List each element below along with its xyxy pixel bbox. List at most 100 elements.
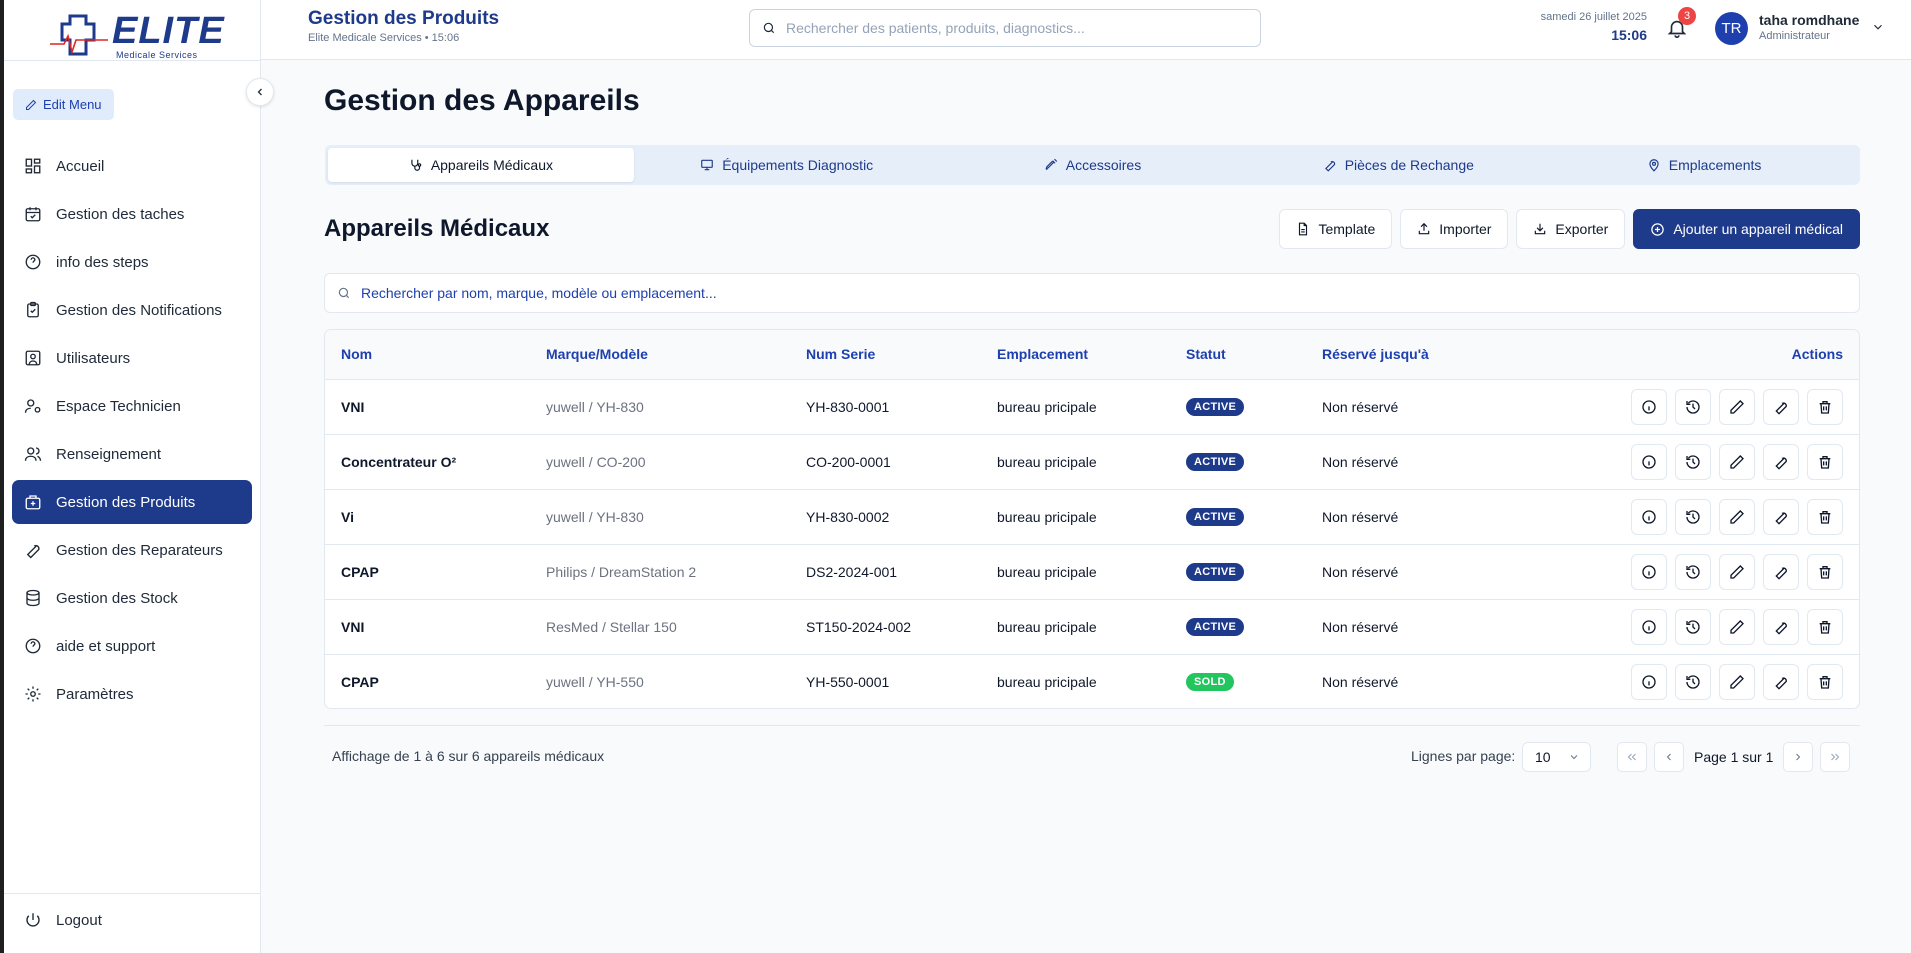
- table-row[interactable]: Concentrateur O² yuwell / CO-200 CO-200-00…: [325, 434, 1859, 489]
- device-brand-model: yuwell / YH-830: [546, 508, 644, 525]
- history-button[interactable]: [1675, 553, 1711, 590]
- prev-page-button[interactable]: [1654, 742, 1684, 772]
- edit-button[interactable]: [1719, 388, 1755, 425]
- avatar[interactable]: TR: [1715, 12, 1748, 45]
- repair-button[interactable]: [1763, 388, 1799, 425]
- history-button[interactable]: [1675, 608, 1711, 645]
- column-header[interactable]: Emplacement: [981, 330, 1170, 379]
- sidebar-item-notifications[interactable]: Gestion des Notifications: [12, 288, 252, 332]
- info-icon: [1642, 619, 1656, 634]
- column-header[interactable]: Nom: [325, 330, 530, 379]
- edit-button[interactable]: [1719, 608, 1755, 645]
- status-badge: ACTIVE: [1186, 618, 1245, 636]
- device-location: bureau pricipale: [997, 618, 1097, 635]
- table-row[interactable]: Vi yuwell / YH-830 YH-830-0002 bureau prici…: [325, 489, 1859, 544]
- chevron-down-icon[interactable]: [1871, 20, 1885, 34]
- repair-button[interactable]: [1763, 498, 1799, 535]
- column-header[interactable]: Marque/Modèle: [530, 330, 790, 379]
- global-search[interactable]: [749, 9, 1261, 47]
- info-button[interactable]: [1631, 388, 1667, 425]
- table-row[interactable]: VNI ResMed / Stellar 150 ST150-2024-002 bur…: [325, 599, 1859, 654]
- sidebar-item-label: Gestion des Stock: [56, 589, 178, 607]
- delete-button[interactable]: [1807, 553, 1843, 590]
- history-button[interactable]: [1675, 443, 1711, 480]
- syringe-icon: [1045, 158, 1057, 171]
- delete-button[interactable]: [1807, 443, 1843, 480]
- sidebar-item-technicien[interactable]: Espace Technicien: [12, 384, 252, 428]
- column-header[interactable]: Réservé jusqu'à: [1306, 330, 1506, 379]
- table-search[interactable]: [324, 273, 1860, 313]
- rows-per-page-select[interactable]: 10: [1522, 742, 1591, 772]
- history-icon: [1686, 454, 1700, 469]
- device-reserved: Non réservé: [1322, 618, 1399, 635]
- logout-button[interactable]: Logout: [24, 911, 102, 929]
- table-row[interactable]: CPAP Philips / DreamStation 2 DS2-2024-001…: [325, 544, 1859, 599]
- edit-button[interactable]: [1719, 663, 1755, 700]
- sidebar: ELITE Medicale Services Edit Menu Accuei…: [4, 0, 261, 953]
- column-header: Actions: [1791, 346, 1843, 363]
- sidebar-item-taches[interactable]: Gestion des taches: [12, 192, 252, 236]
- repair-button[interactable]: [1763, 608, 1799, 645]
- sidebar-item-reparateurs[interactable]: Gestion des Reparateurs: [12, 528, 252, 572]
- trash-icon: [1819, 510, 1831, 524]
- next-page-button[interactable]: [1783, 742, 1814, 772]
- repair-button[interactable]: [1763, 553, 1799, 590]
- info-button[interactable]: [1631, 663, 1667, 700]
- sidebar-item-label: Espace Technicien: [56, 397, 181, 415]
- collapse-sidebar-button[interactable]: [246, 78, 274, 106]
- tab-accessoires[interactable]: Accessoires: [940, 148, 1246, 182]
- edit-button[interactable]: [1719, 443, 1755, 480]
- device-location: bureau pricipale: [997, 398, 1097, 415]
- global-search-input[interactable]: [786, 20, 1226, 36]
- download-icon: [1535, 223, 1546, 235]
- info-button[interactable]: [1631, 443, 1667, 480]
- info-button[interactable]: [1631, 498, 1667, 535]
- sidebar-item-renseignement[interactable]: Renseignement: [12, 432, 252, 476]
- info-button[interactable]: [1631, 608, 1667, 645]
- delete-button[interactable]: [1807, 388, 1843, 425]
- export-button[interactable]: Exporter: [1516, 209, 1626, 249]
- history-button[interactable]: [1675, 498, 1711, 535]
- tab-emplacements[interactable]: Emplacements: [1551, 148, 1857, 182]
- hospital-bag-icon: [25, 495, 41, 510]
- sidebar-item-accueil[interactable]: Accueil: [12, 144, 252, 188]
- template-button[interactable]: Template: [1279, 209, 1393, 249]
- sidebar-item-utilisateurs[interactable]: Utilisateurs: [12, 336, 252, 380]
- history-button[interactable]: [1675, 388, 1711, 425]
- add-device-button[interactable]: Ajouter un appareil médical: [1633, 209, 1860, 249]
- pencil-icon: [1730, 454, 1744, 469]
- sidebar-item-produits[interactable]: Gestion des Produits: [12, 480, 252, 524]
- delete-button[interactable]: [1807, 608, 1843, 645]
- sidebar-item-parametres[interactable]: Paramètres: [12, 672, 252, 716]
- device-location: bureau pricipale: [997, 508, 1097, 525]
- device-serial: YH-830-0002: [806, 508, 890, 525]
- sidebar-item-aide[interactable]: aide et support: [12, 624, 252, 668]
- page-indicator: Page 1 sur 1: [1694, 749, 1774, 765]
- first-page-button[interactable]: [1617, 742, 1647, 772]
- edit-menu-button[interactable]: Edit Menu: [13, 89, 114, 120]
- table-row[interactable]: VNI yuwell / YH-830 YH-830-0001 bureau pric…: [325, 379, 1859, 434]
- sidebar-item-steps[interactable]: info des steps: [12, 240, 252, 284]
- wrench-icon: [1775, 566, 1787, 580]
- delete-button[interactable]: [1807, 498, 1843, 535]
- edit-button[interactable]: [1719, 498, 1755, 535]
- sidebar-item-stock[interactable]: Gestion des Stock: [12, 576, 252, 620]
- dashboard-icon: [25, 158, 41, 174]
- repair-button[interactable]: [1763, 663, 1799, 700]
- table-row[interactable]: CPAP yuwell / YH-550 YH-550-0001 bureau pri…: [325, 654, 1859, 708]
- tab-equipements-diagnostic[interactable]: Équipements Diagnostic: [634, 148, 940, 182]
- chevron-left-icon: [1666, 753, 1671, 761]
- info-button[interactable]: [1631, 553, 1667, 590]
- tab-pieces-rechange[interactable]: Pièces de Rechange: [1245, 148, 1551, 182]
- import-button[interactable]: Importer: [1400, 209, 1509, 249]
- table-search-input[interactable]: [361, 285, 1841, 301]
- repair-button[interactable]: [1763, 443, 1799, 480]
- history-button[interactable]: [1675, 663, 1711, 700]
- tab-appareils-medicaux[interactable]: Appareils Médicaux: [328, 148, 634, 182]
- column-header[interactable]: Statut: [1170, 330, 1306, 379]
- last-page-button[interactable]: [1820, 742, 1851, 772]
- pencil-icon: [1730, 674, 1744, 689]
- column-header[interactable]: Num Serie: [790, 330, 981, 379]
- edit-button[interactable]: [1719, 553, 1755, 590]
- delete-button[interactable]: [1807, 663, 1843, 700]
